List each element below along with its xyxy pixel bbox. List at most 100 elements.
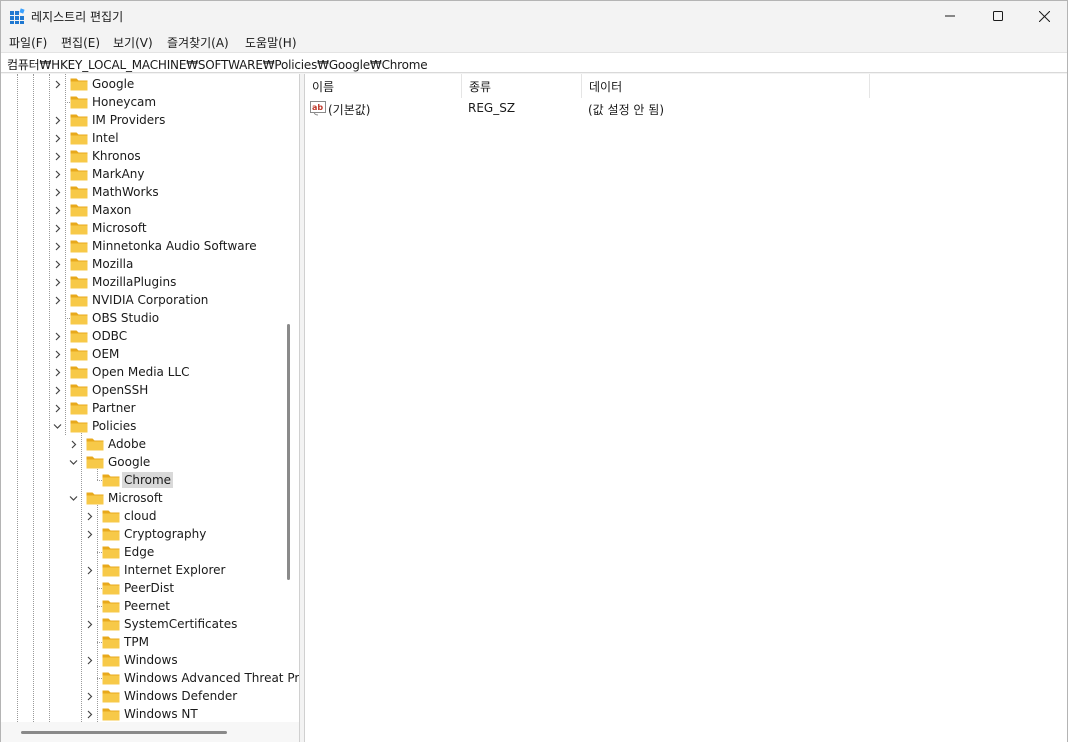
tree-node-microsoft[interactable]: Microsoft: [1, 489, 299, 507]
chevron-right-icon[interactable]: [67, 435, 79, 453]
minimize-button[interactable]: [927, 1, 973, 31]
close-button[interactable]: [1021, 1, 1067, 31]
tree-node-im-providers[interactable]: IM Providers: [1, 111, 299, 129]
tree-node-openssh[interactable]: OpenSSH: [1, 381, 299, 399]
chevron-right-icon[interactable]: [51, 399, 63, 417]
folder-icon: [70, 330, 88, 343]
chevron-right-icon[interactable]: [83, 651, 95, 669]
chevron-right-icon[interactable]: [83, 561, 95, 579]
folder-icon: [70, 348, 88, 361]
tree-node-partner[interactable]: Partner: [1, 399, 299, 417]
chevron-right-icon[interactable]: [83, 687, 95, 705]
list-header: 이름 종류 데이터: [305, 74, 1068, 98]
column-header-name[interactable]: 이름: [305, 74, 462, 98]
tree-node-label: Policies: [92, 419, 137, 433]
chevron-right-icon[interactable]: [51, 147, 63, 165]
value-type: REG_SZ: [468, 101, 516, 115]
tree-node-intel[interactable]: Intel: [1, 129, 299, 147]
chevron-right-icon[interactable]: [83, 705, 95, 723]
tree-node-obs-studio[interactable]: OBS Studio: [1, 309, 299, 327]
tree-node-label: Honeycam: [92, 95, 157, 109]
tree-node-mathworks[interactable]: MathWorks: [1, 183, 299, 201]
tree-node-windows-nt[interactable]: Windows NT: [1, 705, 299, 723]
chevron-right-icon[interactable]: [51, 165, 63, 183]
tree-node-adobe[interactable]: Adobe: [1, 435, 299, 453]
tree-node-peernet[interactable]: Peernet: [1, 597, 299, 615]
chevron-right-icon[interactable]: [51, 183, 63, 201]
tree-horizontal-scrollbar[interactable]: [21, 731, 227, 734]
title-bar[interactable]: 레지스트리 편집기: [1, 1, 1067, 31]
tree-node-windows-advanced-threat-pr[interactable]: Windows Advanced Threat Pr: [1, 669, 299, 687]
tree-node-cryptography[interactable]: Cryptography: [1, 525, 299, 543]
tree-node-windows-defender[interactable]: Windows Defender: [1, 687, 299, 705]
chevron-right-icon[interactable]: [51, 75, 63, 93]
tree-guide-line: [97, 469, 98, 480]
chevron-right-icon[interactable]: [83, 507, 95, 525]
chevron-right-icon[interactable]: [51, 273, 63, 291]
folder-icon: [70, 312, 88, 325]
tree-node-policies[interactable]: Policies: [1, 417, 299, 435]
menu-favorites[interactable]: 즐겨찾기(A): [167, 34, 229, 51]
tree-node-google[interactable]: Google: [1, 453, 299, 471]
tree-node-chrome[interactable]: Chrome: [1, 471, 299, 489]
chevron-right-icon[interactable]: [51, 255, 63, 273]
tree-node-microsoft[interactable]: Microsoft: [1, 219, 299, 237]
chevron-right-icon[interactable]: [51, 201, 63, 219]
values-list-pane[interactable]: 이름 종류 데이터 ab (기본값) REG_SZ (값 설정 안 됨): [304, 74, 1067, 742]
menu-view[interactable]: 보기(V): [113, 34, 153, 51]
chevron-right-icon[interactable]: [83, 525, 95, 543]
chevron-right-icon[interactable]: [51, 381, 63, 399]
address-bar[interactable]: 컴퓨터₩HKEY_LOCAL_MACHINE₩SOFTWARE₩Policies…: [1, 52, 1067, 73]
address-path[interactable]: 컴퓨터₩HKEY_LOCAL_MACHINE₩SOFTWARE₩Policies…: [7, 56, 428, 73]
tree-node-minnetonka-audio-software[interactable]: Minnetonka Audio Software: [1, 237, 299, 255]
menu-edit[interactable]: 편집(E): [61, 34, 100, 51]
chevron-right-icon[interactable]: [51, 363, 63, 381]
chevron-down-icon[interactable]: [67, 489, 79, 507]
tree-node-cloud[interactable]: cloud: [1, 507, 299, 525]
tree-node-label: Windows: [124, 653, 178, 667]
tree-node-honeycam[interactable]: Honeycam: [1, 93, 299, 111]
folder-icon: [70, 276, 88, 289]
tree-node-edge[interactable]: Edge: [1, 543, 299, 561]
chevron-right-icon[interactable]: [51, 237, 63, 255]
tree-node-systemcertificates[interactable]: SystemCertificates: [1, 615, 299, 633]
chevron-down-icon[interactable]: [67, 453, 79, 471]
chevron-right-icon[interactable]: [51, 291, 63, 309]
tree-node-windows[interactable]: Windows: [1, 651, 299, 669]
tree-node-khronos[interactable]: Khronos: [1, 147, 299, 165]
chevron-right-icon[interactable]: [51, 219, 63, 237]
chevron-right-icon[interactable]: [51, 327, 63, 345]
menu-file[interactable]: 파일(F): [9, 34, 47, 51]
folder-icon: [102, 474, 120, 487]
tree-node-odbc[interactable]: ODBC: [1, 327, 299, 345]
tree-node-peerdist[interactable]: PeerDist: [1, 579, 299, 597]
column-header-type[interactable]: 종류: [462, 74, 582, 98]
maximize-button[interactable]: [975, 1, 1021, 31]
folder-icon: [102, 564, 120, 577]
chevron-right-icon[interactable]: [51, 345, 63, 363]
folder-icon: [70, 78, 88, 91]
menu-help[interactable]: 도움말(H): [245, 34, 297, 51]
chevron-right-icon[interactable]: [51, 111, 63, 129]
tree-node-mozillaplugins[interactable]: MozillaPlugins: [1, 273, 299, 291]
column-header-data[interactable]: 데이터: [582, 74, 870, 98]
list-item[interactable]: ab (기본값) REG_SZ (값 설정 안 됨): [305, 98, 1068, 118]
tree-node-tpm[interactable]: TPM: [1, 633, 299, 651]
chevron-right-icon[interactable]: [83, 615, 95, 633]
tree-node-label: Chrome: [122, 472, 174, 488]
key-tree-pane[interactable]: Google Honeycam IM Providers Intel Khronos Ma…: [1, 74, 300, 742]
tree-node-nvidia-corporation[interactable]: NVIDIA Corporation: [1, 291, 299, 309]
tree-node-google[interactable]: Google: [1, 75, 299, 93]
window-title: 레지스트리 편집기: [31, 10, 124, 24]
folder-icon: [70, 366, 88, 379]
chevron-right-icon[interactable]: [51, 129, 63, 147]
tree-node-internet-explorer[interactable]: Internet Explorer: [1, 561, 299, 579]
tree-vertical-scrollbar[interactable]: [287, 324, 290, 580]
tree-node-open-media-llc[interactable]: Open Media LLC: [1, 363, 299, 381]
chevron-down-icon[interactable]: [51, 417, 63, 435]
tree-node-mozilla[interactable]: Mozilla: [1, 255, 299, 273]
tree-node-maxon[interactable]: Maxon: [1, 201, 299, 219]
tree-node-markany[interactable]: MarkAny: [1, 165, 299, 183]
tree-node-oem[interactable]: OEM: [1, 345, 299, 363]
tree-node-label: NVIDIA Corporation: [92, 293, 209, 307]
